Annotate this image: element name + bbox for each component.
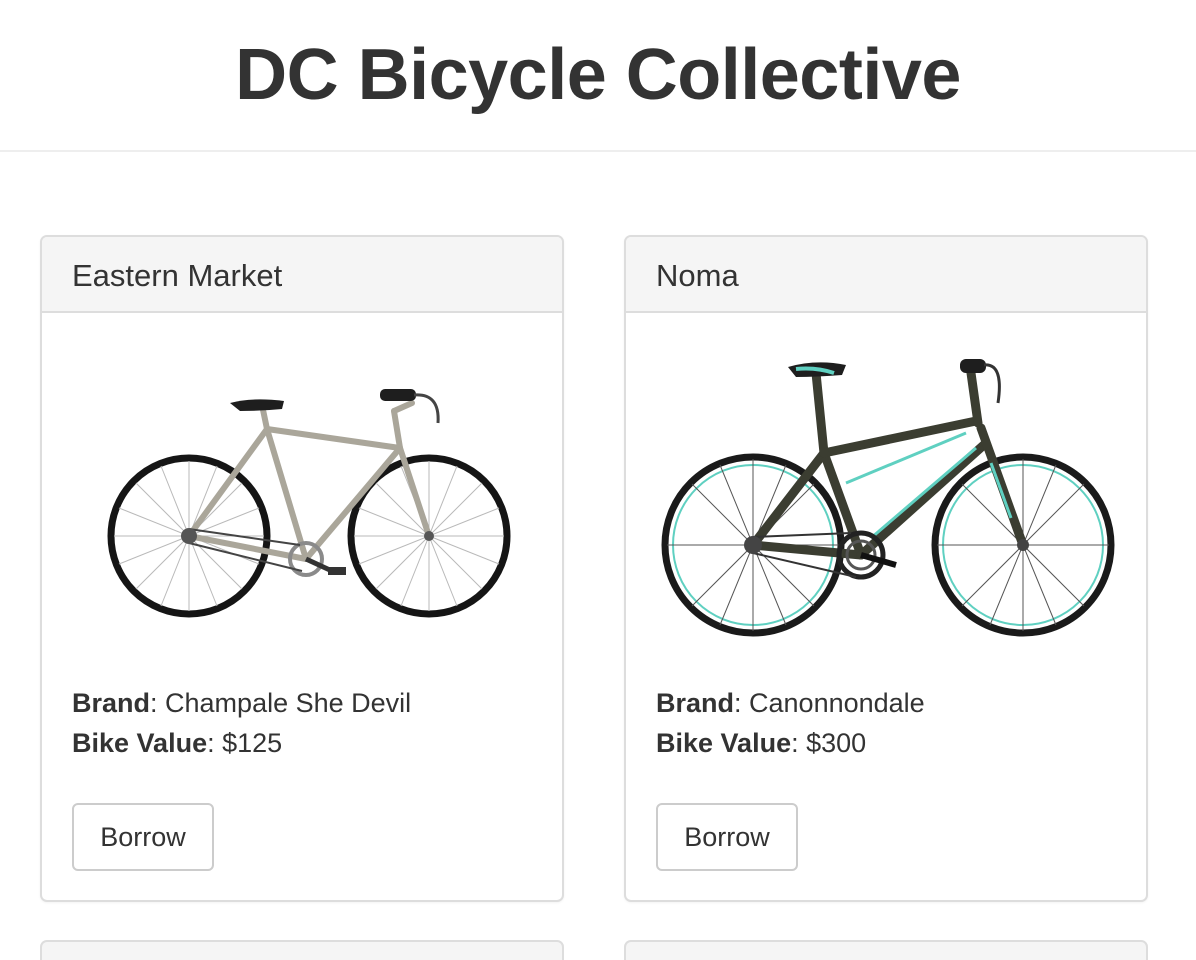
brand-value: Champale She Devil — [165, 688, 412, 718]
value-label: Bike Value — [656, 728, 792, 758]
page-header: DC Bicycle Collective — [0, 0, 1196, 152]
bike-details: Brand: Champale She Devil Bike Value: $1… — [72, 683, 411, 763]
card-title: Noma — [626, 237, 1146, 313]
hybrid-bike-image — [661, 359, 1115, 637]
brand-label: Brand — [656, 688, 735, 718]
brand-row: Brand: Canonnondale — [656, 688, 925, 718]
card-title: Eastern Market — [42, 237, 562, 313]
value-row: Bike Value: $125 — [72, 728, 283, 758]
bike-card: Noma Brand: Canonnondale Bike Value: $30… — [624, 235, 1148, 902]
borrow-button[interactable]: Borrow — [72, 803, 214, 871]
next-bike-card — [624, 940, 1148, 960]
bike-value: $300 — [806, 728, 867, 758]
brand-label: Brand — [72, 688, 151, 718]
value-label: Bike Value — [72, 728, 208, 758]
value-row: Bike Value: $300 — [656, 728, 867, 758]
bike-card: Eastern Market Brand: Champale She Devil… — [40, 235, 564, 902]
site-title: DC Bicycle Collective — [235, 35, 961, 115]
bike-value: $125 — [222, 728, 283, 758]
next-bike-card — [40, 940, 564, 960]
brand-value: Canonnondale — [749, 688, 925, 718]
bike-details: Brand: Canonnondale Bike Value: $300 — [656, 683, 925, 763]
city-bike-image — [107, 389, 511, 618]
brand-row: Brand: Champale She Devil — [72, 688, 412, 718]
borrow-button[interactable]: Borrow — [656, 803, 798, 871]
